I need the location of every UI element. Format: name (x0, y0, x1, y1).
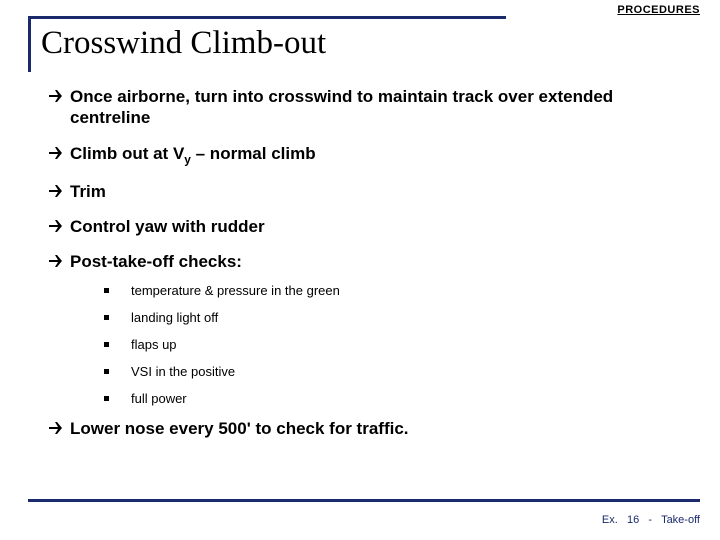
footer-number: 16 (627, 514, 639, 526)
list-item: landing light off (104, 310, 680, 325)
footer-rule (28, 499, 700, 502)
sub-item-text: VSI in the positive (131, 364, 235, 379)
footer-prefix: Ex. (602, 514, 618, 526)
footer-name: Take-off (661, 514, 700, 526)
sub-list: temperature & pressure in the green land… (104, 283, 680, 406)
bullet-item: Once airborne, turn into crosswind to ma… (48, 86, 680, 129)
bullet-item: Control yaw with rudder (48, 216, 680, 237)
list-item: VSI in the positive (104, 364, 680, 379)
bullet-item: Post-take-off checks: (48, 251, 680, 272)
bullet-text: Climb out at Vy – normal climb (70, 143, 680, 167)
bullet-text: Once airborne, turn into crosswind to ma… (70, 86, 680, 129)
plane-icon (48, 183, 64, 199)
sub-item-text: flaps up (131, 337, 177, 352)
list-item: temperature & pressure in the green (104, 283, 680, 298)
footer-text: Ex. 16 - Take-off (602, 514, 700, 526)
square-bullet-icon (104, 288, 109, 293)
sub-item-text: landing light off (131, 310, 218, 325)
plane-icon (48, 420, 64, 436)
footer-sep: - (648, 514, 652, 526)
bullet-text: Post-take-off checks: (70, 251, 680, 272)
bullet-text-post: – normal climb (191, 144, 316, 163)
square-bullet-icon (104, 342, 109, 347)
sub-item-text: temperature & pressure in the green (131, 283, 340, 298)
section-header: PROCEDURES (617, 4, 700, 16)
sub-item-text: full power (131, 391, 187, 406)
slide-title: Crosswind Climb-out (41, 25, 326, 62)
bullet-item: Trim (48, 181, 680, 202)
bullet-text-pre: Climb out at V (70, 144, 184, 163)
bullet-text: Control yaw with rudder (70, 216, 680, 237)
bullet-item: Lower nose every 500' to check for traff… (48, 418, 680, 439)
subscript-y: y (184, 152, 191, 166)
bullet-item: Climb out at Vy – normal climb (48, 143, 680, 167)
content-area: Once airborne, turn into crosswind to ma… (48, 86, 680, 453)
plane-icon (48, 253, 64, 269)
plane-icon (48, 88, 64, 104)
plane-icon (48, 145, 64, 161)
bullet-text: Lower nose every 500' to check for traff… (70, 418, 680, 439)
list-item: flaps up (104, 337, 680, 352)
bullet-text: Trim (70, 181, 680, 202)
title-box: Crosswind Climb-out (28, 16, 506, 72)
square-bullet-icon (104, 396, 109, 401)
plane-icon (48, 218, 64, 234)
square-bullet-icon (104, 369, 109, 374)
square-bullet-icon (104, 315, 109, 320)
list-item: full power (104, 391, 680, 406)
